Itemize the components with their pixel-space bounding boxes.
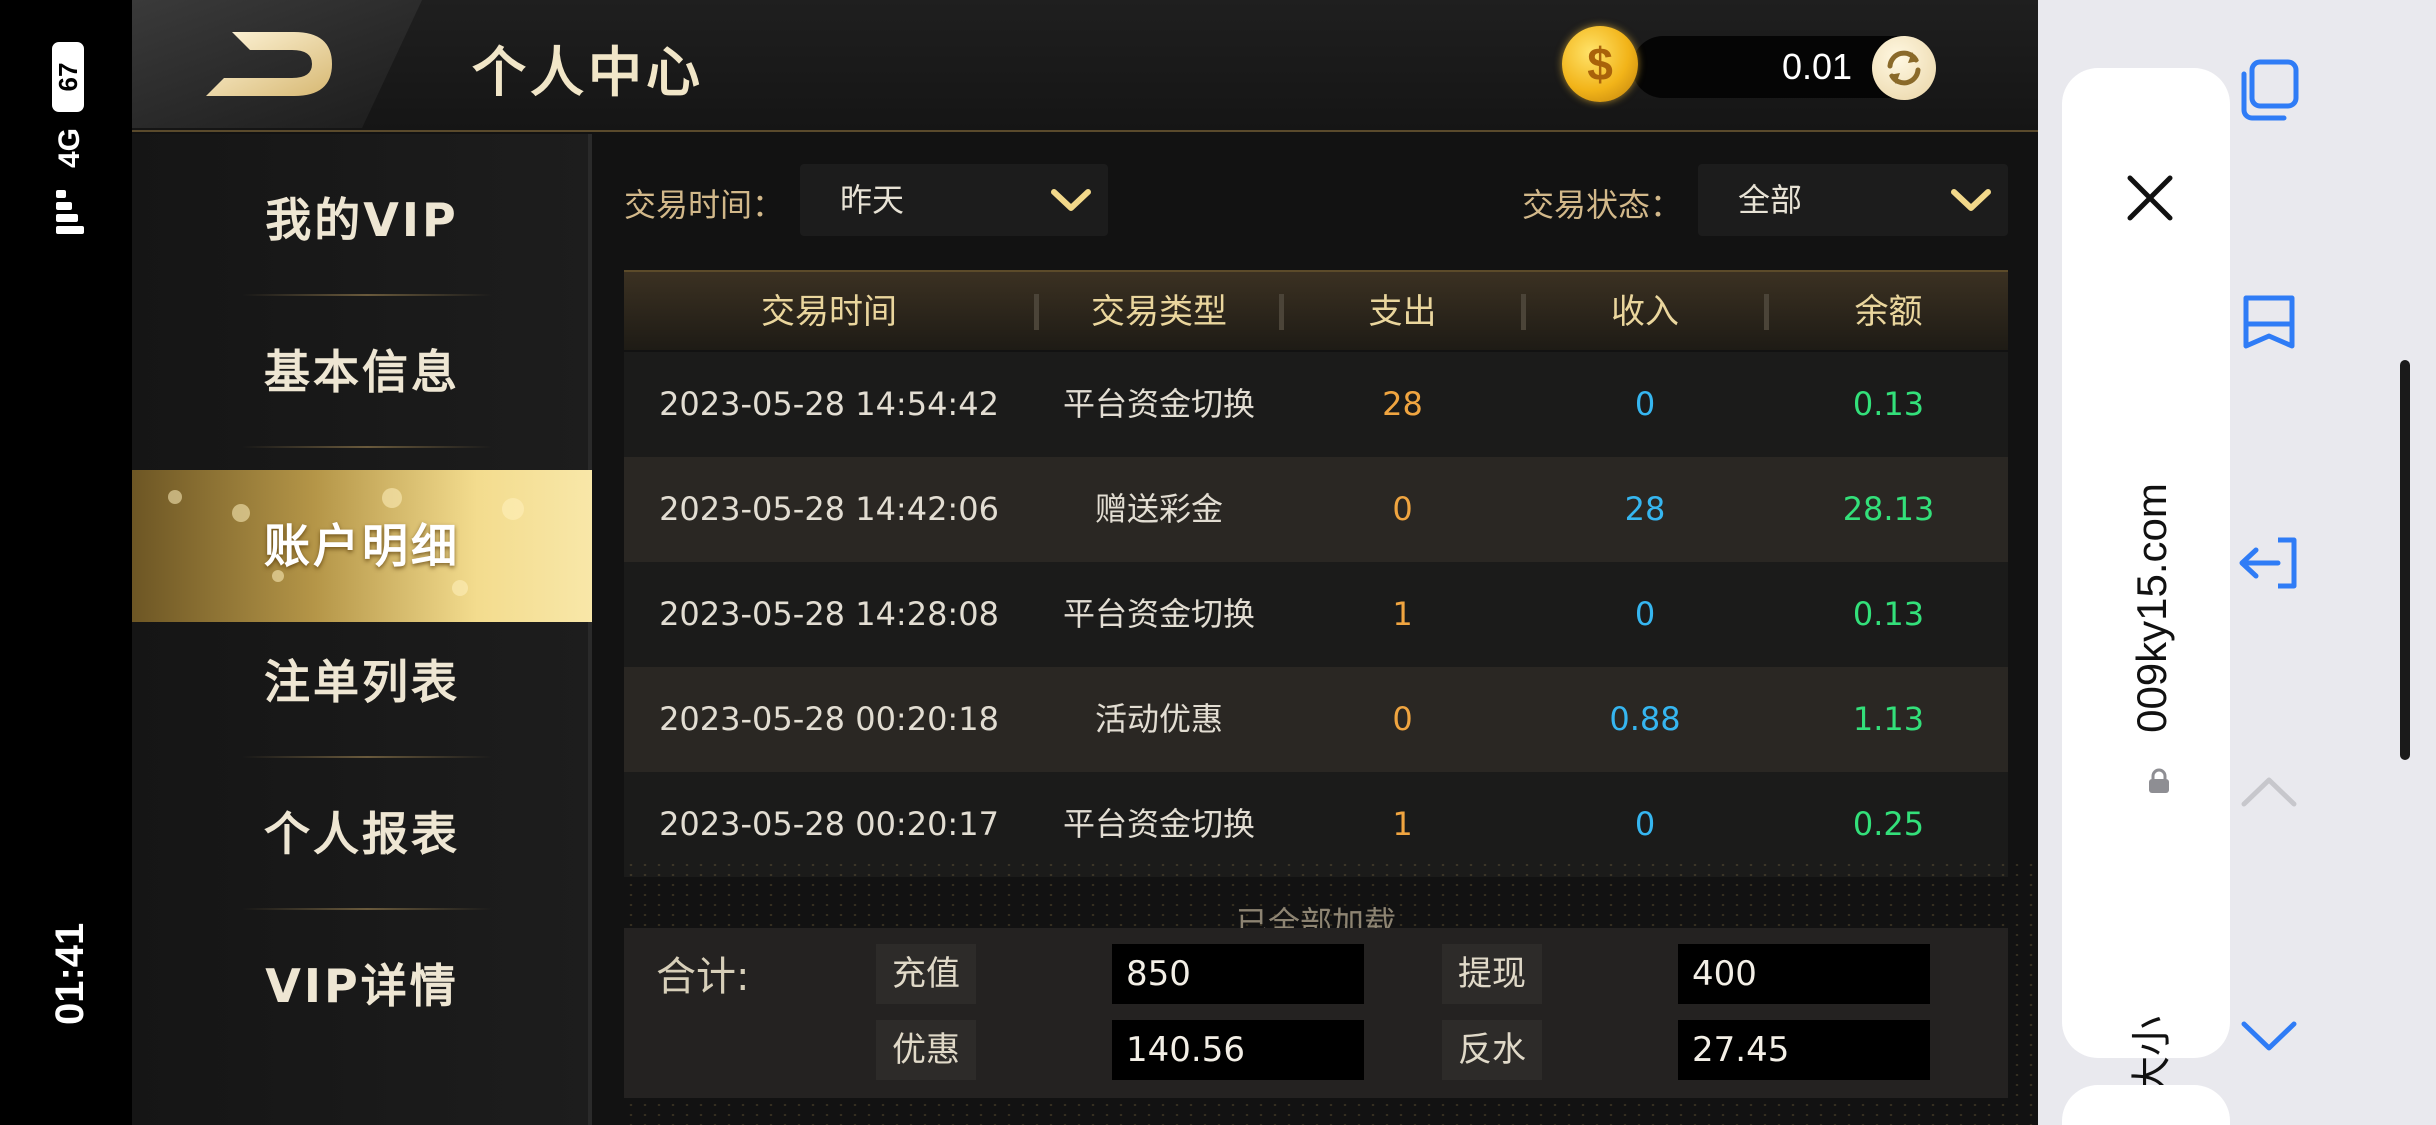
- sidebar-item-label: 个人报表: [264, 807, 460, 861]
- cell-type: 活动优惠: [1094, 700, 1223, 738]
- discount-value: 140.56: [1112, 1020, 1364, 1080]
- cell-expense: 0: [1392, 700, 1413, 738]
- cell-income: 0: [1634, 805, 1656, 843]
- transactions-table: 交易时间 交易类型 支出 收入 余额 2023-05-28 14:54:42 平…: [624, 270, 2008, 878]
- table-row: 2023-05-28 14:54:42 平台资金切换 28 0 0.13: [624, 352, 2008, 457]
- cell-balance: 0.25: [1852, 805, 1925, 843]
- cell-type: 赠送彩金: [1094, 490, 1223, 528]
- cell-balance: 0.13: [1852, 595, 1925, 633]
- sidebar-item-personal-report[interactable]: 个人报表: [132, 758, 592, 910]
- status-filter-select[interactable]: 全部: [1698, 164, 2008, 236]
- scrollbar[interactable]: [2400, 360, 2410, 760]
- signal-icon: [56, 190, 86, 246]
- column-header-expense: 支出: [1368, 292, 1437, 332]
- cell-time: 2023-05-28 14:54:42: [659, 385, 999, 423]
- browser-toolbar: 009ky15.com 大小: [2038, 0, 2436, 1125]
- table-row: 2023-05-28 14:42:06 赠送彩金 0 28 28.13: [624, 457, 2008, 562]
- app-window: 个人中心 0.01 $ 我的VIP 基本信息 账户明细 注单列表 个人报表 VI…: [132, 0, 2038, 1125]
- network-type: 4G: [53, 127, 86, 169]
- chevron-down-icon: [1051, 189, 1091, 211]
- summary-label: 合计:: [656, 954, 750, 1000]
- withdraw-label: 提现: [1442, 944, 1542, 1004]
- time-filter-select[interactable]: 昨天: [800, 164, 1108, 236]
- column-header-type: 交易类型: [1091, 292, 1227, 332]
- refresh-button[interactable]: [1872, 36, 1936, 100]
- sidebar-item-vip-details[interactable]: VIP详情: [132, 910, 592, 1062]
- sidebar-item-label: VIP详情: [265, 959, 459, 1013]
- rebate-value: 27.45: [1678, 1020, 1930, 1080]
- battery-level: 67: [53, 62, 83, 92]
- table-row: 2023-05-28 00:20:17 平台资金切换 1 0 0.25: [624, 772, 2008, 877]
- column-header-income: 收入: [1611, 292, 1679, 332]
- divider: [242, 446, 492, 448]
- cell-time: 2023-05-28 14:42:06: [659, 490, 999, 528]
- cell-expense: 1: [1392, 805, 1413, 843]
- battery-icon: 67: [52, 42, 84, 112]
- table-row: 2023-05-28 00:20:18 活动优惠 0 0.88 1.13: [624, 667, 2008, 772]
- cell-type: 平台资金切换: [1062, 595, 1255, 633]
- cell-income: 0.88: [1609, 700, 1681, 738]
- withdraw-value: 400: [1678, 944, 1930, 1004]
- time-filter-label: 交易时间：: [624, 186, 785, 224]
- sidebar-item-label: 账户明细: [264, 519, 460, 573]
- coin-icon: $: [1562, 26, 1638, 102]
- clock-time: 01:41: [48, 922, 92, 1025]
- cell-time: 2023-05-28 14:28:08: [659, 595, 999, 633]
- bookmarks-icon[interactable]: [2234, 290, 2304, 360]
- sidebar-item-basic-info[interactable]: 基本信息: [132, 296, 592, 448]
- column-header-time: 交易时间: [761, 292, 897, 332]
- url-text[interactable]: 009ky15.com: [2122, 428, 2182, 788]
- table-row: 2023-05-28 14:28:08 平台资金切换 1 0 0.13: [624, 562, 2008, 667]
- cell-expense: 1: [1392, 595, 1413, 633]
- cell-income: 0: [1634, 595, 1656, 633]
- chevron-down-icon: [1951, 189, 1991, 211]
- text-size-button[interactable]: 大小: [2124, 1016, 2180, 1096]
- discount-label: 优惠: [876, 1020, 976, 1080]
- cell-balance: 28.13: [1842, 490, 1935, 528]
- status-filter-value: 全部: [1738, 181, 1803, 219]
- cell-time: 2023-05-28 00:20:18: [659, 700, 999, 738]
- sidebar-item-label: 注单列表: [264, 655, 460, 709]
- status-filter-label: 交易状态：: [1522, 186, 1683, 224]
- share-icon[interactable]: [2234, 528, 2304, 598]
- sidebar: 我的VIP 基本信息 账户明细 注单列表 个人报表 VIP详情: [132, 134, 592, 1125]
- summary-panel: 合计: 充值 850 提现 400 优惠 140.56 反水 27.45: [624, 928, 2008, 1098]
- sidebar-item-my-vip[interactable]: 我的VIP: [132, 144, 592, 296]
- column-header-balance: 余额: [1854, 292, 1923, 332]
- cell-time: 2023-05-28 00:20:17: [659, 805, 999, 843]
- cell-balance: 1.13: [1852, 700, 1925, 738]
- cell-income: 0: [1634, 385, 1656, 423]
- sidebar-item-label: 我的VIP: [265, 193, 459, 247]
- recharge-value: 850: [1112, 944, 1364, 1004]
- cell-type: 平台资金切换: [1062, 385, 1255, 423]
- sidebar-item-label: 基本信息: [264, 345, 460, 399]
- tabs-icon[interactable]: [2234, 56, 2304, 126]
- page-title: 个人中心: [472, 41, 704, 104]
- back-arrow-icon: [206, 32, 332, 96]
- table-header: 交易时间 交易类型 支出 收入 余额: [624, 270, 2008, 350]
- rebate-label: 反水: [1442, 1020, 1542, 1080]
- header: 个人中心 0.01 $: [132, 0, 2038, 132]
- back-button[interactable]: [202, 28, 342, 100]
- address-card: 009ky15.com 大小: [2062, 68, 2230, 1096]
- recharge-label: 充值: [876, 944, 976, 1004]
- close-icon[interactable]: [2120, 168, 2180, 228]
- chevron-down-icon[interactable]: [2234, 1000, 2304, 1070]
- time-filter-value: 昨天: [840, 181, 905, 219]
- sidebar-item-bet-list[interactable]: 注单列表: [132, 606, 592, 758]
- cell-type: 平台资金切换: [1062, 805, 1255, 843]
- sidebar-item-account-details[interactable]: 账户明细: [132, 470, 592, 622]
- cell-expense: 28: [1382, 385, 1423, 423]
- chevron-up-icon[interactable]: [2234, 760, 2304, 830]
- cell-balance: 0.13: [1852, 385, 1925, 423]
- secondary-card: [2062, 1085, 2230, 1125]
- status-bar: 67 4G 01:41: [0, 0, 132, 1125]
- cell-income: 28: [1624, 490, 1666, 528]
- cell-expense: 0: [1392, 490, 1413, 528]
- lock-icon: [2149, 768, 2169, 793]
- refresh-icon: [1887, 50, 1921, 86]
